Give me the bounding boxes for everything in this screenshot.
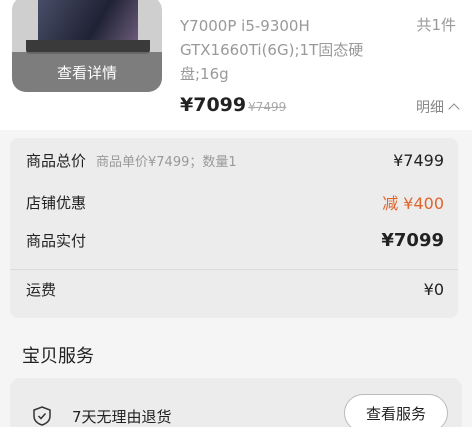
shield-check-icon — [33, 406, 51, 426]
chevron-up-icon — [448, 103, 460, 115]
actual-payment-row: 商品实付 ¥7099 — [26, 230, 444, 251]
price-breakdown: 商品总价 商品单价¥7499；数量1 ¥7499 店铺优惠 减 ¥400 商品实… — [10, 138, 458, 318]
product-thumbnail[interactable]: 查看详情 — [12, 0, 162, 92]
product-card: 查看详情 Y7000P i5-9300H GTX1660Ti(6G);1T固态硬… — [0, 0, 472, 130]
view-details-label[interactable]: 查看详情 — [12, 52, 162, 92]
shop-discount-value: 减 ¥400 — [382, 194, 444, 213]
shop-discount-label: 店铺优惠 — [26, 193, 87, 212]
total-price-row: 商品总价 商品单价¥7499；数量1 ¥7499 — [26, 150, 444, 171]
view-service-button[interactable]: 查看服务 — [344, 394, 448, 427]
shop-discount-row: 店铺优惠 减 ¥400 — [26, 190, 444, 214]
actual-payment-value: ¥7099 — [381, 230, 444, 251]
product-quantity: 共1件 — [416, 16, 456, 34]
shipping-label: 运费 — [26, 281, 57, 299]
details-toggle-label: 明细 — [416, 100, 444, 116]
return-policy-label: 7天无理由退货 — [72, 408, 172, 426]
service-item: 7天无理由退货 查看服务 — [10, 378, 462, 427]
shipping-value: ¥0 — [423, 280, 444, 299]
product-spec: Y7000P i5-9300H GTX1660Ti(6G);1T固态硬盘;16g — [180, 17, 364, 83]
laptop-image — [38, 0, 138, 40]
total-price-value: ¥7499 — [393, 151, 444, 170]
price-block: ¥7099 ¥7499 — [180, 94, 286, 116]
total-price-label: 商品总价 — [26, 152, 87, 170]
current-price: ¥7099 — [180, 94, 247, 116]
unit-price-note: 商品单价¥7499；数量1 — [96, 155, 237, 170]
original-price: ¥7499 — [248, 100, 287, 114]
actual-payment-label: 商品实付 — [26, 232, 87, 250]
divider — [10, 269, 458, 270]
services-title: 宝贝服务 — [22, 346, 94, 367]
details-toggle[interactable]: 明细 — [416, 97, 460, 117]
shipping-row: 运费 ¥0 — [26, 279, 444, 300]
